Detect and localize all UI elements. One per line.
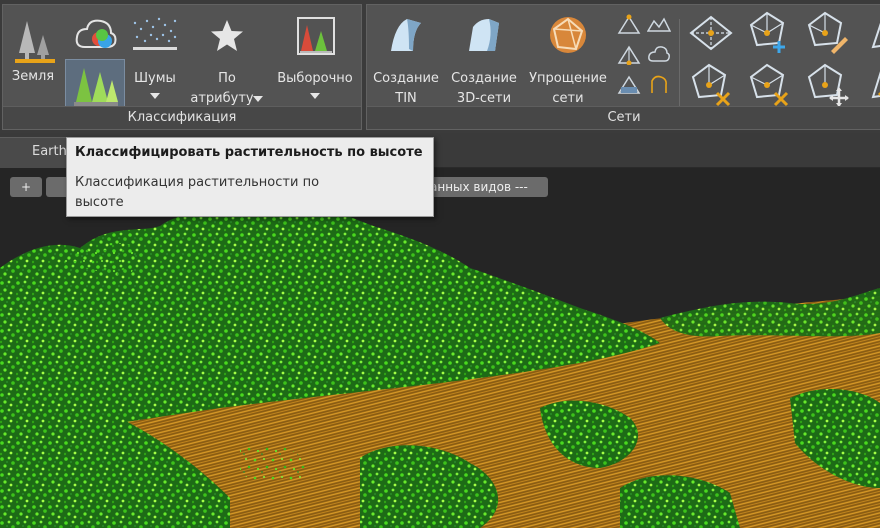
meshes-panel: Создание TIN Создание 3D-сети Упрощение …: [366, 4, 880, 130]
mesh-extra-icon[interactable]: [863, 13, 880, 53]
selective-classify-icon: [297, 17, 335, 55]
cloud-outline-icon[interactable]: [647, 43, 671, 65]
vegetation-by-height-button[interactable]: [65, 59, 125, 111]
mesh-rhombus-icon[interactable]: [689, 13, 733, 53]
ribbon: Земля Шумы По атрибуту Выборочно Классиф…: [0, 0, 880, 133]
mesh-triangle-icon[interactable]: [617, 43, 641, 65]
ground-tree-icon: [15, 21, 55, 63]
document-tab-earth[interactable]: Earth: [0, 137, 70, 168]
simplify-mesh-button[interactable]: Упрощение сети: [525, 9, 611, 109]
star-icon: [211, 20, 243, 51]
selective-label: Выборочно: [277, 71, 353, 86]
noise-label: Шумы: [134, 71, 176, 86]
point-cloud-viewport[interactable]: + анных видов ---: [0, 168, 880, 528]
simplify-mesh-label-1: Упрощение: [529, 71, 607, 86]
meshes-panel-title: Сети: [367, 106, 880, 129]
meshes-separator: [679, 19, 680, 107]
trees-icon: [74, 68, 118, 106]
noise-dropdown-arrow[interactable]: [150, 93, 160, 99]
tin-surface-icon: [391, 19, 421, 51]
create-tin-button[interactable]: Создание TIN: [369, 9, 443, 109]
mesh-delete-point-icon[interactable]: [747, 63, 791, 107]
ground-label: Земля: [11, 69, 55, 84]
create-tin-label-1: Создание: [373, 71, 439, 86]
terrain-icon[interactable]: [647, 13, 671, 35]
create-3d-mesh-button[interactable]: Создание 3D-сети: [447, 9, 521, 109]
mesh-edit-icon[interactable]: [617, 13, 641, 35]
vegetation-color-button[interactable]: [69, 9, 123, 57]
noise-dots-icon: [133, 17, 177, 50]
document-tab-label: Earth: [32, 144, 67, 159]
by-attribute-button[interactable]: По атрибуту: [187, 9, 267, 109]
saved-views-label: анных видов ---: [430, 180, 528, 194]
viewport-plus-label: +: [20, 180, 32, 194]
selective-button[interactable]: Выборочно: [271, 9, 359, 109]
ground-button[interactable]: Земля: [7, 9, 59, 89]
tooltip: Классифицировать растительность по высот…: [66, 137, 434, 217]
profile-curve-icon[interactable]: [647, 73, 671, 95]
noise-button[interactable]: Шумы: [127, 9, 183, 109]
saved-views-dropdown[interactable]: анных видов ---: [418, 177, 548, 197]
point-cloud-render: [0, 168, 880, 528]
tooltip-title: Классифицировать растительность по высот…: [75, 145, 423, 160]
mesh-edit-pencil-icon[interactable]: [805, 11, 849, 55]
viewport-plus-button[interactable]: +: [10, 177, 42, 197]
create-3d-mesh-label-1: Создание: [451, 71, 517, 86]
mesh-add-point-icon[interactable]: [747, 11, 791, 55]
3d-mesh-icon: [469, 19, 499, 51]
cloud-colors-icon: [75, 19, 117, 48]
mesh-delete-edge-icon[interactable]: [689, 63, 733, 107]
mesh-move-point-icon[interactable]: [805, 63, 849, 107]
classification-panel: Земля Шумы По атрибуту Выборочно Классиф…: [2, 4, 362, 130]
simplify-mesh-icon: [550, 17, 586, 53]
tooltip-description: Классификация растительности по высоте: [75, 175, 320, 210]
classification-panel-title: Классификация: [3, 106, 361, 129]
mesh-extra-2-icon[interactable]: [863, 63, 880, 107]
mesh-fill-icon[interactable]: [617, 73, 641, 95]
by-attribute-label-1: По: [218, 71, 236, 86]
selective-dropdown-arrow[interactable]: [310, 93, 320, 99]
by-attribute-dropdown-arrow[interactable]: [253, 96, 263, 102]
